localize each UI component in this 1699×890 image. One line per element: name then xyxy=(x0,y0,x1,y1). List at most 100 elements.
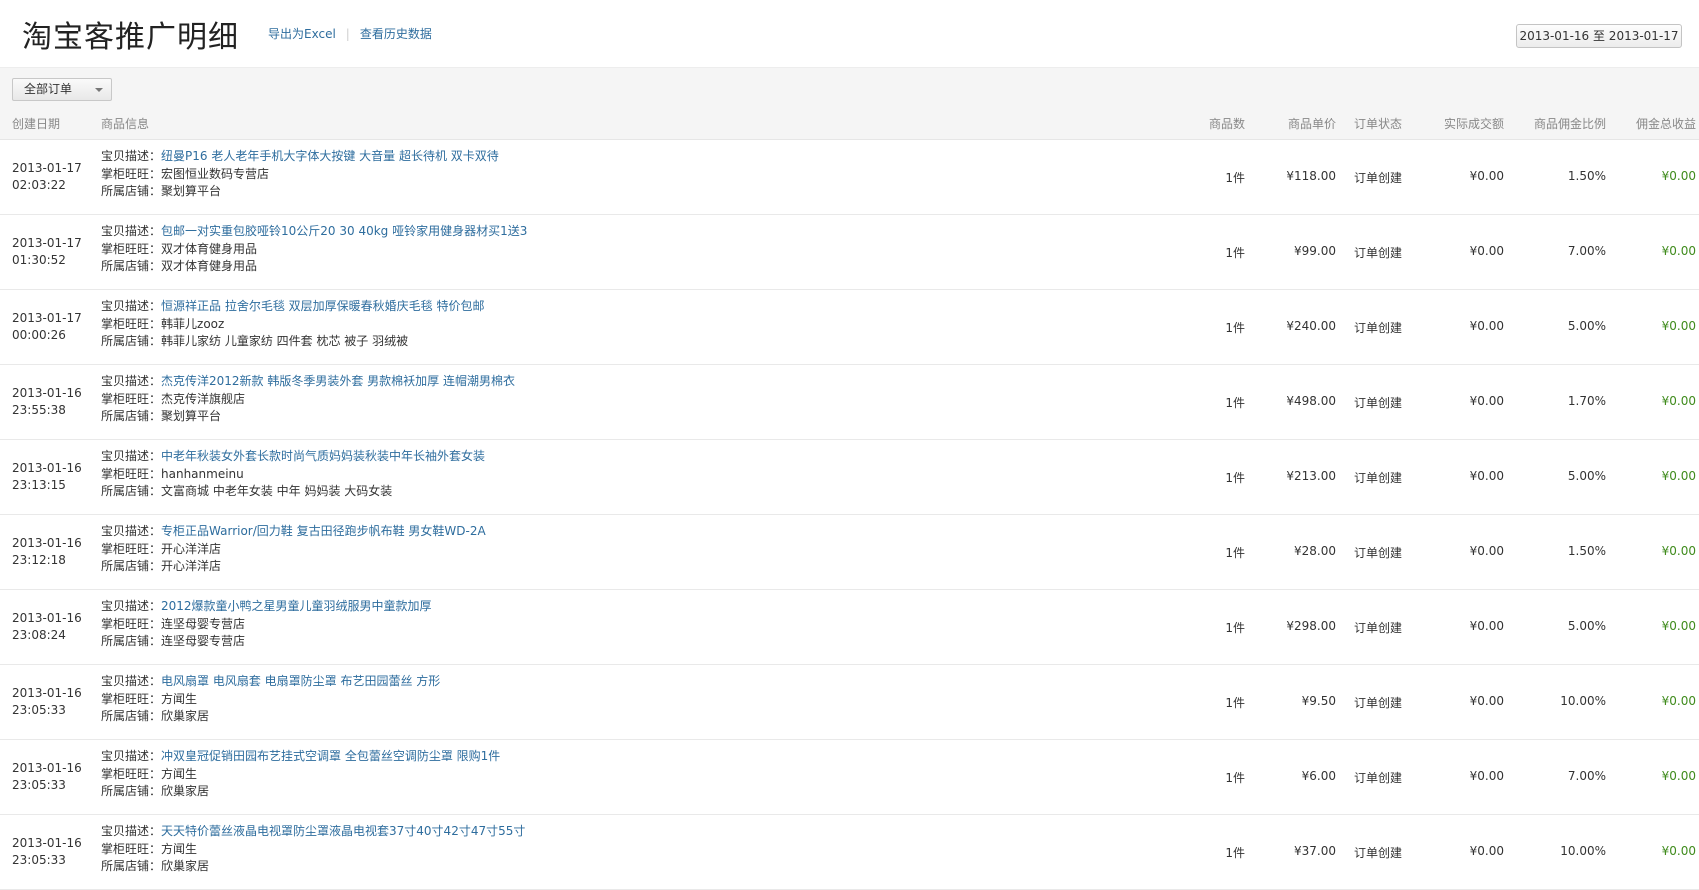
seller-label: 掌柜旺旺： xyxy=(101,466,162,481)
shop-line: 所属店铺：文富商城 中老年女装 中年 妈妈装 大码女装 xyxy=(101,483,485,501)
product-desc-line: 宝贝描述：纽曼P16 老人老年手机大字体大按键 大音量 超长待机 双卡双待 xyxy=(101,148,499,166)
seller-name: 开心洋洋店 xyxy=(161,541,222,556)
table-row: 2013-01-16 23:05:33 宝贝描述：天天特价蕾丝液晶电视罩防尘罩液晶电… xyxy=(0,815,1699,890)
product-desc-line: 宝贝描述：中老年秋装女外套长款时尚气质妈妈装秋装中年长袖外套女装 xyxy=(101,448,485,466)
status-cell: 订单创建 xyxy=(1354,321,1403,335)
commission-rate-cell: 10.00% xyxy=(1560,694,1606,708)
order-date: 2013-01-16 xyxy=(12,461,82,475)
price-cell: ¥99.00 xyxy=(1294,244,1336,258)
qty-cell: 1件 xyxy=(1225,846,1245,860)
col-header-date: 创建日期 xyxy=(12,117,61,131)
seller-name: 方闻生 xyxy=(161,691,198,706)
shop-line: 所属店铺：开心洋洋店 xyxy=(101,558,486,576)
date-range-button[interactable]: 2013-01-16 至 2013-01-17 xyxy=(1516,24,1682,48)
product-link[interactable]: 天天特价蕾丝液晶电视罩防尘罩液晶电视套37寸40寸42寸47寸55寸 xyxy=(161,824,525,838)
page-title: 淘宝客推广明细 xyxy=(22,20,239,55)
actual-amount-cell: ¥0.00 xyxy=(1469,244,1504,258)
product-desc-line: 宝贝描述：杰克传洋2012新款 韩版冬季男装外套 男款棉袄加厚 连帽潮男棉衣 xyxy=(101,373,515,391)
desc-label: 宝贝描述： xyxy=(101,749,162,763)
shop-name: 连坚母婴专营店 xyxy=(161,634,246,648)
col-header-rate: 商品佣金比例 xyxy=(1533,117,1606,131)
order-table-body: 2013-01-17 02:03:22 宝贝描述：纽曼P16 老人老年手机大字体大按… xyxy=(0,140,1699,890)
shop-line: 所属店铺：欣巢家居 xyxy=(101,783,500,801)
price-cell: ¥9.50 xyxy=(1301,694,1336,708)
export-excel-link[interactable]: 导出为Excel xyxy=(268,27,336,41)
product-link[interactable]: 纽曼P16 老人老年手机大字体大按键 大音量 超长待机 双卡双待 xyxy=(161,149,499,163)
seller-name: 连坚母婴专营店 xyxy=(161,616,246,631)
table-header: 创建日期 商品信息 商品数 商品单价 订单状态 实际成交额 商品佣金比例 佣金总… xyxy=(0,107,1699,140)
product-desc-line: 宝贝描述：专柜正品Warrior/回力鞋 复古田径跑步帆布鞋 男女鞋WD-2A xyxy=(101,523,486,541)
seller-name: hanhanmeinu xyxy=(161,466,244,481)
seller-label: 掌柜旺旺： xyxy=(101,316,162,331)
desc-label: 宝贝描述： xyxy=(101,824,162,838)
status-cell: 订单创建 xyxy=(1354,171,1403,185)
order-created-cell: 2013-01-17 00:00:26 xyxy=(12,310,82,344)
product-link[interactable]: 杰克传洋2012新款 韩版冬季男装外套 男款棉袄加厚 连帽潮男棉衣 xyxy=(161,374,515,388)
product-info-cell: 宝贝描述：2012爆款童小鸭之星男童儿童羽绒服男中童款加厚 掌柜旺旺：连坚母婴专营… xyxy=(101,598,432,651)
product-link[interactable]: 专柜正品Warrior/回力鞋 复古田径跑步帆布鞋 男女鞋WD-2A xyxy=(161,524,486,538)
order-created-cell: 2013-01-16 23:08:24 xyxy=(12,610,82,644)
shop-name: 欣巢家居 xyxy=(161,784,210,798)
seller-label: 掌柜旺旺： xyxy=(101,541,162,556)
product-link[interactable]: 恒源祥正品 拉舍尔毛毯 双层加厚保暖春秋婚庆毛毯 特价包邮 xyxy=(161,299,484,313)
order-type-dropdown[interactable]: 全部订单 xyxy=(12,78,112,101)
product-desc-line: 宝贝描述：恒源祥正品 拉舍尔毛毯 双层加厚保暖春秋婚庆毛毯 特价包邮 xyxy=(101,298,484,316)
product-link[interactable]: 包邮一对实重包胶哑铃10公斤20 30 40kg 哑铃家用健身器材买1送3 xyxy=(161,224,527,238)
product-info-cell: 宝贝描述：包邮一对实重包胶哑铃10公斤20 30 40kg 哑铃家用健身器材买1… xyxy=(101,223,527,276)
shop-name: 文富商城 中老年女装 中年 妈妈装 大码女装 xyxy=(161,484,393,498)
product-info-cell: 宝贝描述：杰克传洋2012新款 韩版冬季男装外套 男款棉袄加厚 连帽潮男棉衣 掌柜… xyxy=(101,373,515,426)
product-info-cell: 宝贝描述：中老年秋装女外套长款时尚气质妈妈装秋装中年长袖外套女装 掌柜旺旺：han… xyxy=(101,448,485,501)
seller-line: 掌柜旺旺：方闻生 xyxy=(101,841,525,859)
product-desc-line: 宝贝描述：冲双皇冠促销田园布艺挂式空调罩 全包蕾丝空调防尘罩 限购1件 xyxy=(101,748,500,766)
product-info-cell: 宝贝描述：专柜正品Warrior/回力鞋 复古田径跑步帆布鞋 男女鞋WD-2A 掌… xyxy=(101,523,486,576)
product-link[interactable]: 中老年秋装女外套长款时尚气质妈妈装秋装中年长袖外套女装 xyxy=(161,449,485,463)
header-links: 导出为Excel | 查看历史数据 xyxy=(268,25,432,42)
seller-line: 掌柜旺旺：宏图恒业数码专营店 xyxy=(101,166,499,184)
commission-total-cell: ¥0.00 xyxy=(1661,169,1696,183)
commission-rate-cell: 1.70% xyxy=(1567,394,1606,408)
shop-name: 欣巢家居 xyxy=(161,859,210,873)
actual-amount-cell: ¥0.00 xyxy=(1469,319,1504,333)
price-cell: ¥213.00 xyxy=(1286,469,1336,483)
order-time: 23:05:33 xyxy=(12,853,66,867)
table-row: 2013-01-17 02:03:22 宝贝描述：纽曼P16 老人老年手机大字体大按… xyxy=(0,140,1699,215)
commission-total-cell: ¥0.00 xyxy=(1661,544,1696,558)
shop-line: 所属店铺：欣巢家居 xyxy=(101,708,440,726)
status-cell: 订单创建 xyxy=(1354,696,1403,710)
shop-label: 所属店铺： xyxy=(101,259,162,273)
col-header-actual: 实际成交额 xyxy=(1443,117,1504,131)
seller-label: 掌柜旺旺： xyxy=(101,691,162,706)
history-data-link[interactable]: 查看历史数据 xyxy=(360,27,432,41)
price-cell: ¥298.00 xyxy=(1286,619,1336,633)
order-time: 23:12:18 xyxy=(12,553,66,567)
desc-label: 宝贝描述： xyxy=(101,149,162,163)
status-cell: 订单创建 xyxy=(1354,471,1403,485)
shop-label: 所属店铺： xyxy=(101,859,162,873)
commission-rate-cell: 7.00% xyxy=(1567,769,1606,783)
product-link[interactable]: 电风扇罩 电风扇套 电扇罩防尘罩 布艺田园蕾丝 方形 xyxy=(161,674,440,688)
commission-rate-cell: 1.50% xyxy=(1567,169,1606,183)
filter-bar: 全部订单 xyxy=(0,67,1699,108)
seller-label: 掌柜旺旺： xyxy=(101,841,162,856)
product-link[interactable]: 2012爆款童小鸭之星男童儿童羽绒服男中童款加厚 xyxy=(161,599,432,613)
seller-name: 方闻生 xyxy=(161,766,198,781)
commission-total-cell: ¥0.00 xyxy=(1661,469,1696,483)
commission-rate-cell: 7.00% xyxy=(1567,244,1606,258)
order-date: 2013-01-16 xyxy=(12,611,82,625)
seller-line: 掌柜旺旺：方闻生 xyxy=(101,691,440,709)
order-time: 01:30:52 xyxy=(12,253,66,267)
shop-line: 所属店铺：聚划算平台 xyxy=(101,408,515,426)
actual-amount-cell: ¥0.00 xyxy=(1469,844,1504,858)
commission-total-cell: ¥0.00 xyxy=(1661,244,1696,258)
qty-cell: 1件 xyxy=(1225,696,1245,710)
seller-line: 掌柜旺旺：杰克传洋旗舰店 xyxy=(101,391,515,409)
desc-label: 宝贝描述： xyxy=(101,224,162,238)
seller-name: 韩菲儿zooz xyxy=(161,316,225,331)
seller-line: 掌柜旺旺：开心洋洋店 xyxy=(101,541,486,559)
product-info-cell: 宝贝描述：冲双皇冠促销田园布艺挂式空调罩 全包蕾丝空调防尘罩 限购1件 掌柜旺旺：… xyxy=(101,748,500,801)
order-date: 2013-01-17 xyxy=(12,236,82,250)
status-cell: 订单创建 xyxy=(1354,396,1403,410)
product-link[interactable]: 冲双皇冠促销田园布艺挂式空调罩 全包蕾丝空调防尘罩 限购1件 xyxy=(161,749,500,763)
price-cell: ¥28.00 xyxy=(1294,544,1336,558)
seller-label: 掌柜旺旺： xyxy=(101,391,162,406)
